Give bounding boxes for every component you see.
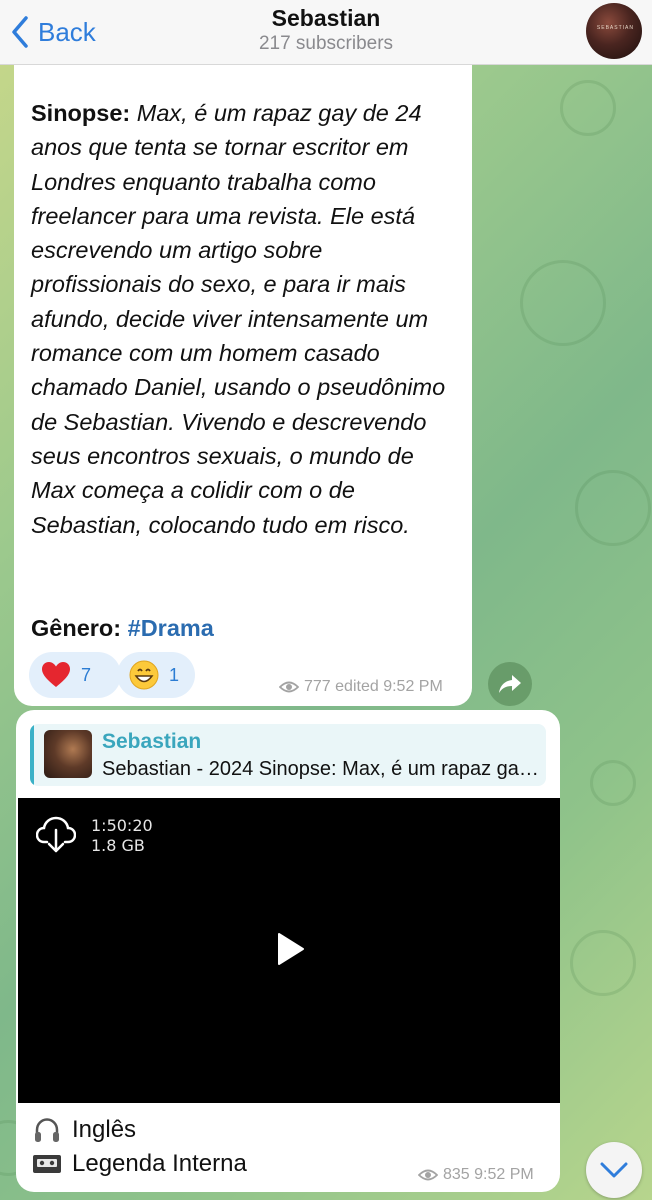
reaction-heart[interactable]: 7	[29, 652, 121, 698]
edited-time: edited 9:52 PM	[335, 678, 443, 695]
video-duration: 1:50:20	[91, 816, 153, 835]
synopsis-paragraph: Sinopse: Max, é um rapaz gay de 24 anos …	[31, 96, 458, 542]
genre-line: Gênero: #Drama	[31, 615, 214, 642]
reaction-count: 1	[169, 664, 180, 685]
synopsis-text: Max, é um rapaz gay de 24 anos que tenta…	[31, 100, 446, 538]
headphones-icon	[32, 1116, 62, 1144]
channel-avatar[interactable]: SEBASTIAN	[586, 3, 642, 59]
reaction-grin[interactable]: 1	[117, 652, 195, 698]
cloud-download-icon	[35, 816, 77, 853]
heart-icon	[42, 662, 70, 687]
scroll-to-bottom-button[interactable]	[586, 1142, 642, 1198]
message-bubble-video[interactable]: Sebastian Sebastian - 2024 Sinopse: Max,…	[16, 710, 560, 1192]
synopsis-label: Sinopse:	[31, 100, 131, 126]
reply-accent-bar	[30, 724, 34, 786]
genre-hashtag[interactable]: #Drama	[128, 615, 214, 641]
reply-text: Sebastian - 2024 Sinopse: Max, é um rapa…	[102, 758, 542, 780]
caption-subtitle-line: Legenda Interna	[32, 1150, 247, 1178]
view-count: 777	[304, 678, 331, 695]
channel-title-area[interactable]: Sebastian 217 subscribers	[0, 4, 652, 56]
channel-title: Sebastian	[271, 5, 381, 31]
view-count: 835	[443, 1166, 470, 1183]
reaction-count: 7	[81, 664, 92, 685]
videocassette-icon	[32, 1153, 62, 1175]
play-button[interactable]	[276, 932, 306, 971]
chat-header: Back Sebastian 217 subscribers SEBASTIAN	[0, 0, 652, 65]
eye-icon	[279, 681, 299, 693]
eye-icon	[418, 1169, 438, 1181]
subscriber-count: 217 subscribers	[258, 33, 394, 54]
share-arrow-icon	[499, 675, 521, 693]
caption-audio-line: Inglês	[32, 1116, 136, 1144]
message-time: 9:52 PM	[474, 1166, 534, 1183]
video-player[interactable]: 1:50:20 1.8 GB	[18, 798, 560, 1103]
reply-author: Sebastian	[102, 730, 202, 753]
video-size: 1.8 GB	[91, 836, 145, 855]
chevron-down-icon	[600, 1162, 628, 1178]
share-button[interactable]	[488, 662, 532, 706]
video-info: 1:50:20 1.8 GB	[91, 816, 153, 856]
audio-language: Inglês	[72, 1116, 137, 1143]
play-icon	[278, 933, 304, 965]
message-meta: 777 edited 9:52 PM	[279, 678, 443, 696]
message-meta: 835 9:52 PM	[418, 1166, 534, 1184]
reply-thumbnail	[44, 730, 92, 778]
grinning-face-icon	[129, 660, 159, 690]
subtitle-info: Legenda Interna	[72, 1150, 247, 1177]
avatar-text: SEBASTIAN	[596, 25, 634, 31]
genre-label: Gênero:	[31, 615, 122, 641]
message-bubble-synopsis[interactable]: Sinopse: Max, é um rapaz gay de 24 anos …	[14, 52, 472, 706]
download-button[interactable]	[35, 816, 77, 859]
reply-preview[interactable]: Sebastian Sebastian - 2024 Sinopse: Max,…	[30, 724, 546, 786]
